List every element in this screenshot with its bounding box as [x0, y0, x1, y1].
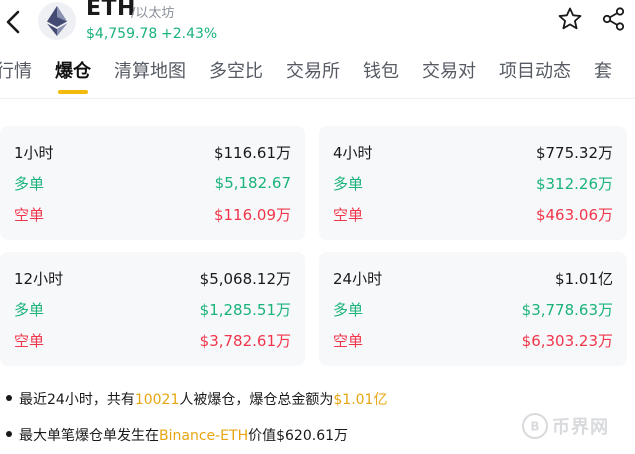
tab-liquidation[interactable]: 爆仓: [55, 58, 91, 94]
tab-market[interactable]: 行情: [0, 58, 32, 94]
liquidation-card-4h: 4小时 $775.32万 多单 $312.26万 空单 $463.06万: [319, 126, 627, 240]
bullet-dot: [6, 431, 12, 437]
period-label: 4小时: [333, 143, 373, 162]
eth-logo-icon: [38, 2, 76, 40]
watermark: B 币界网: [522, 408, 632, 444]
total-value: $5,068.12万: [199, 269, 291, 288]
liquidated-amount: $1.01亿: [333, 392, 388, 408]
card-short-row: 空单 $6,303.23万: [333, 328, 613, 352]
long-value: $3,778.63万: [521, 300, 613, 319]
back-chevron-icon[interactable]: [2, 8, 26, 36]
card-short-row: 空单 $463.06万: [333, 202, 613, 226]
liquidated-count: 10021: [134, 392, 180, 408]
long-value: $312.26万: [535, 174, 613, 193]
long-label: 多单: [333, 300, 364, 319]
long-label: 多单: [14, 300, 45, 319]
card-long-row: 多单 $3,778.63万: [333, 297, 613, 321]
price-change: +2.43%: [161, 26, 218, 42]
short-value: $6,303.23万: [521, 331, 613, 350]
short-value: $3,782.61万: [199, 331, 291, 350]
largest-exchange: Binance-ETH: [159, 428, 249, 444]
tab-more[interactable]: 套: [594, 58, 612, 94]
long-label: 多单: [14, 174, 45, 193]
card-total-row: 1小时 $116.61万: [14, 140, 291, 164]
bullet-dot: [6, 395, 12, 401]
star-icon[interactable]: [557, 6, 583, 32]
coin-name: /以太坊: [131, 6, 175, 21]
tab-long-short-ratio[interactable]: 多空比: [209, 58, 263, 94]
tab-trading-pairs[interactable]: 交易对: [422, 58, 476, 94]
tab-exchanges[interactable]: 交易所: [286, 58, 340, 94]
note-text: 价值$620.61万: [248, 428, 349, 444]
period-label: 1小时: [14, 143, 54, 162]
short-label: 空单: [14, 331, 45, 350]
liquidation-card-12h: 12小时 $5,068.12万 多单 $1,285.51万 空单 $3,782.61万: [0, 252, 305, 366]
short-label: 空单: [14, 205, 45, 224]
note-text: 人被爆仓，爆仓总金额为: [179, 392, 334, 408]
short-value: $116.09万: [213, 205, 291, 224]
liquidation-card-24h: 24小时 $1.01亿 多单 $3,778.63万 空单 $6,303.23万: [319, 252, 627, 366]
summary-note-total: 最近24小时，共有10021人被爆仓，爆仓总金额为$1.01亿: [6, 389, 387, 409]
tab-divider: [0, 98, 635, 99]
coin-symbol: ETH: [86, 0, 136, 21]
tab-bar: 行情 爆仓 清算地图 多空比 交易所 钱包 交易对 项目动态 套: [0, 58, 635, 98]
watermark-coin-icon: B: [522, 413, 548, 439]
period-label: 12小时: [14, 269, 64, 288]
tab-project-news[interactable]: 项目动态: [499, 58, 571, 94]
note-text: 最近24小时，共有: [19, 392, 135, 408]
short-label: 空单: [333, 205, 364, 224]
coin-price: $4,759.78: [86, 26, 158, 42]
long-label: 多单: [333, 174, 364, 193]
total-value: $1.01亿: [555, 269, 613, 288]
summary-note-largest: 最大单笔爆仓单发生在Binance-ETH价值$620.61万: [6, 425, 348, 445]
tab-liquidation-map[interactable]: 清算地图: [114, 58, 186, 94]
short-label: 空单: [333, 331, 364, 350]
liquidation-card-1h: 1小时 $116.61万 多单 $5,182.67 空单 $116.09万: [0, 126, 305, 240]
short-value: $463.06万: [535, 205, 613, 224]
card-short-row: 空单 $116.09万: [14, 202, 291, 226]
card-total-row: 12小时 $5,068.12万: [14, 266, 291, 290]
card-short-row: 空单 $3,782.61万: [14, 328, 291, 352]
share-icon[interactable]: [601, 6, 627, 32]
period-label: 24小时: [333, 269, 383, 288]
svg-text:B: B: [530, 420, 539, 434]
coin-header: ETH /以太坊 $4,759.78 +2.43%: [0, 0, 635, 50]
tab-wallet[interactable]: 钱包: [363, 58, 399, 94]
watermark-text: 币界网: [552, 417, 609, 438]
card-long-row: 多单 $312.26万: [333, 171, 613, 195]
note-text: 最大单笔爆仓单发生在: [19, 428, 159, 444]
card-total-row: 4小时 $775.32万: [333, 140, 613, 164]
long-value: $5,182.67: [214, 174, 291, 192]
card-long-row: 多单 $1,285.51万: [14, 297, 291, 321]
total-value: $116.61万: [213, 143, 291, 162]
total-value: $775.32万: [535, 143, 613, 162]
card-long-row: 多单 $5,182.67: [14, 171, 291, 195]
card-total-row: 24小时 $1.01亿: [333, 266, 613, 290]
long-value: $1,285.51万: [199, 300, 291, 319]
